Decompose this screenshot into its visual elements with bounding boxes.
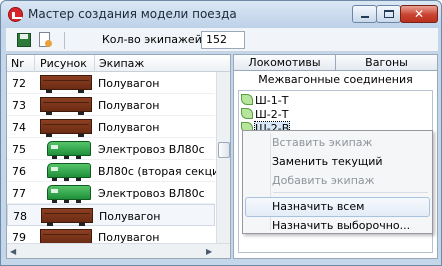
wagon-image (40, 97, 92, 115)
row-number: 74 (12, 121, 26, 134)
table-row[interactable]: 72 Полувагон (7, 72, 215, 94)
open-icon-badge (45, 40, 52, 47)
tab-wagons[interactable]: Вагоны (335, 54, 438, 70)
minimize-icon (361, 16, 369, 18)
vehicle-name: Полувагон (98, 99, 160, 112)
row-number: 72 (12, 77, 26, 90)
maximize-icon (384, 10, 394, 18)
context-menu: Вставить экипаж Заменить текущий Добавить … (242, 130, 433, 234)
row-number: 73 (12, 99, 26, 112)
title-bar[interactable]: Мастер создания модели поезда ✕ (1, 1, 441, 28)
vehicle-name: Полувагон (98, 77, 160, 90)
vehicle-table: Nr Рисунок Экипаж 72 Полувагон 73 Полувагон… (6, 54, 231, 259)
row-number: 77 (12, 187, 26, 200)
tab-couplings[interactable]: Межвагонные соединения (234, 73, 437, 86)
minimize-button[interactable] (352, 5, 377, 23)
vehicle-count-input[interactable]: 152 (201, 31, 245, 49)
coupling-tree-item[interactable]: Ш-1-Т (241, 94, 288, 107)
table-row[interactable]: 75 Электровоз ВЛ80с (7, 138, 215, 160)
locomotive-image (47, 141, 91, 159)
vehicle-count-label: Кол-во экипажей: (102, 33, 206, 46)
coupling-label: Ш-2-Т (255, 108, 289, 121)
save-icon (17, 33, 31, 47)
scroll-left-arrow-icon[interactable]: ◀ (10, 247, 16, 256)
wagon-image (40, 75, 92, 93)
wagon-image (40, 229, 92, 247)
column-divider[interactable] (34, 55, 35, 72)
main-window: Мастер создания модели поезда ✕ Кол-во э… (0, 0, 442, 266)
scrollbar-thumb[interactable] (218, 142, 230, 158)
window-title: Мастер создания модели поезда (28, 7, 237, 21)
table-row[interactable]: 73 Полувагон (7, 94, 215, 116)
tab-locomotives[interactable]: Локомотивы (233, 54, 336, 70)
wagon-image (41, 208, 93, 226)
vehicle-name: Электровоз ВЛ80с (98, 187, 205, 200)
menu-item: Вставить экипаж (272, 136, 373, 149)
vehicle-name: Полувагон (99, 210, 161, 223)
locomotive-image (47, 163, 91, 181)
menu-item[interactable]: Заменить текущий (245, 152, 430, 172)
close-icon: ✕ (413, 7, 425, 21)
menu-item[interactable]: Назначить всем (245, 197, 430, 217)
column-header-picture[interactable]: Рисунок (40, 57, 87, 70)
toolbar-separator (64, 32, 65, 49)
menu-separator (273, 192, 428, 193)
vehicle-name: Полувагон (98, 121, 160, 134)
open-button[interactable] (36, 31, 54, 49)
menu-item[interactable]: Назначить выборочно... (245, 216, 430, 236)
row-number: 78 (13, 210, 27, 223)
locomotive-image (47, 185, 91, 203)
toolbar: Кол-во экипажей: 152 (6, 28, 438, 52)
scroll-right-arrow-icon[interactable]: ▶ (206, 247, 212, 256)
table-row[interactable]: 76 ВЛ80с (вторая секция) (7, 160, 230, 182)
column-divider[interactable] (94, 55, 95, 72)
vehicle-name: ВЛ80с (вторая секция) (98, 165, 231, 178)
app-logo-icon[interactable] (8, 7, 23, 22)
column-header-name[interactable]: Экипаж (99, 57, 144, 70)
vertical-scrollbar[interactable] (216, 72, 230, 243)
wagon-image (40, 119, 92, 137)
leaf-icon (241, 94, 253, 105)
menu-item: Добавить экипаж (272, 174, 375, 187)
table-row[interactable]: 78 Полувагон (7, 204, 215, 226)
coupling-label: Ш-1-Т (255, 94, 289, 107)
maximize-button[interactable] (376, 5, 401, 23)
coupling-tree-item[interactable]: Ш-2-Т (241, 108, 288, 121)
row-number: 76 (12, 165, 26, 178)
close-button[interactable]: ✕ (400, 5, 438, 23)
column-header-nr[interactable]: Nr (11, 57, 24, 70)
row-number: 75 (12, 143, 26, 156)
vehicle-name: Электровоз ВЛ80с (98, 143, 205, 156)
table-row[interactable]: 77 Электровоз ВЛ80с (7, 182, 215, 204)
table-header: Nr Рисунок Экипаж (7, 55, 230, 72)
save-button[interactable] (15, 31, 33, 49)
horizontal-scrollbar[interactable]: ◀ ▶ (7, 243, 230, 258)
leaf-icon (241, 108, 253, 119)
table-row[interactable]: 74 Полувагон (7, 116, 215, 138)
